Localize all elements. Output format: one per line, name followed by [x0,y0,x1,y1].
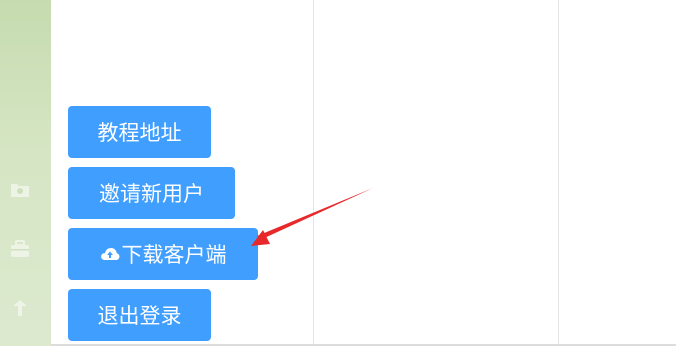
logout-label: 退出登录 [97,304,182,328]
download-client-label: 下载客户端 [121,243,227,267]
column-divider [558,0,559,346]
pin-icon[interactable] [9,297,31,319]
sidebar [0,0,51,346]
invite-user-label: 邀请新用户 [99,182,204,206]
folder-icon[interactable] [9,178,31,200]
tutorial-label: 教程地址 [97,121,182,145]
cloud-upload-icon [100,247,120,261]
invite-user-button[interactable]: 邀请新用户 [68,167,235,219]
download-client-button[interactable]: 下载客户端 [68,228,258,280]
column-divider [313,0,314,346]
briefcase-icon[interactable] [9,238,31,260]
tutorial-button[interactable]: 教程地址 [68,106,211,158]
logout-button[interactable]: 退出登录 [68,289,211,341]
